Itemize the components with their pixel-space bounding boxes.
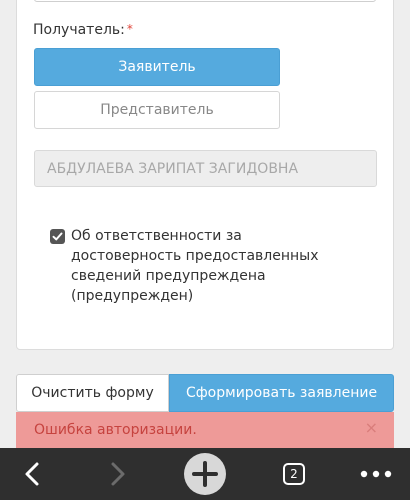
clear-form-button[interactable]: Очистить форму <box>16 374 169 412</box>
menu-icon[interactable] <box>354 448 398 500</box>
representative-button[interactable]: Представитель <box>34 91 280 129</box>
submit-application-button[interactable]: Сформировать заявление <box>169 374 394 412</box>
close-icon[interactable]: × <box>365 418 378 437</box>
error-message: Ошибка авторизации. <box>34 422 197 438</box>
responsibility-checkbox-label: Об ответственности за достоверность пред… <box>71 228 319 304</box>
recipient-label: Получатель: * <box>33 22 133 38</box>
applicant-button[interactable]: Заявитель <box>34 48 280 86</box>
required-mark: * <box>126 22 133 36</box>
recipient-label-text: Получатель: <box>33 22 125 38</box>
forward-icon[interactable] <box>98 448 138 500</box>
tab-count: 2 <box>283 463 305 485</box>
tabs-icon[interactable]: 2 <box>272 448 316 500</box>
applicant-name-field[interactable]: АБДУЛАЕВА ЗАРИПАТ ЗАГИДОВНА <box>34 150 377 187</box>
new-tab-icon[interactable] <box>181 448 229 500</box>
error-alert: Ошибка авторизации. × <box>16 412 394 448</box>
checkbox-checked-icon[interactable] <box>50 229 65 244</box>
back-icon[interactable] <box>12 448 52 500</box>
previous-field[interactable] <box>34 0 376 2</box>
browser-toolbar: 2 <box>0 448 410 500</box>
